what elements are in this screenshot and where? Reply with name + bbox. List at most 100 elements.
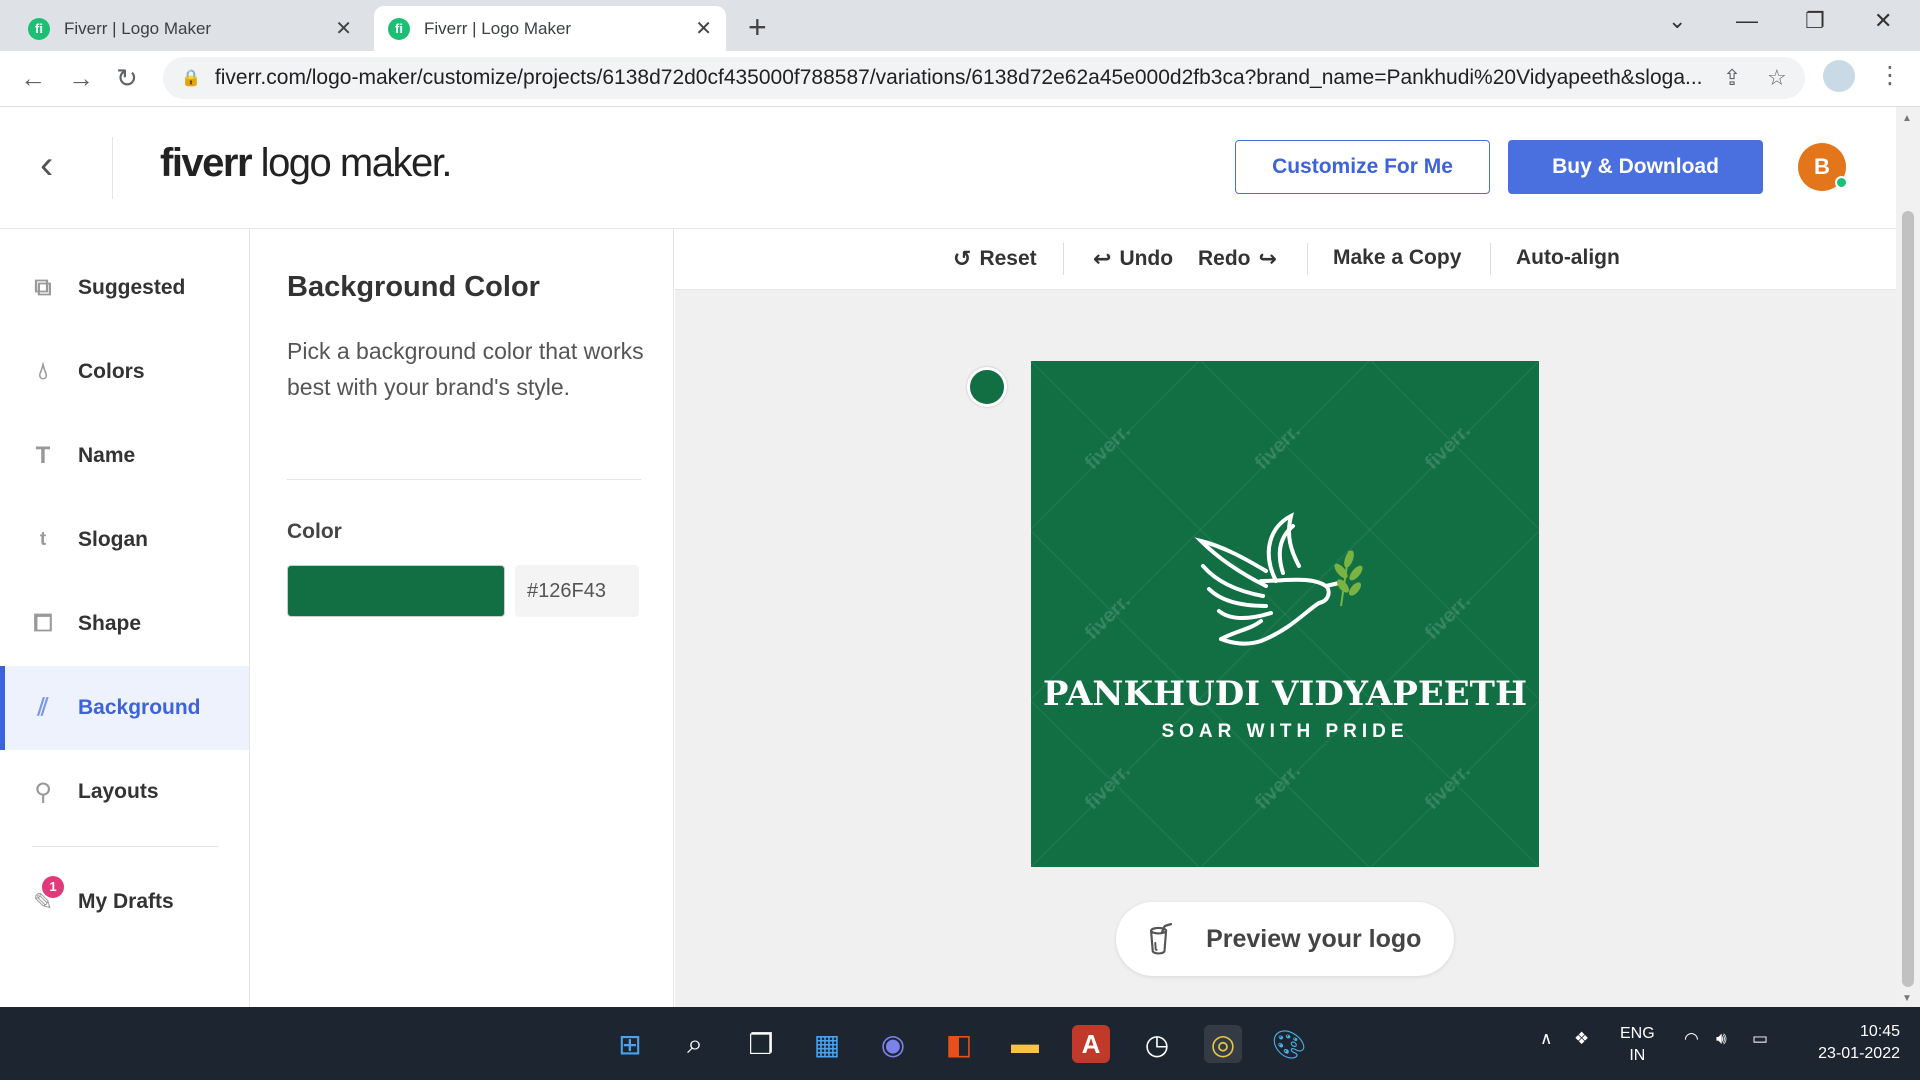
clock-date: 23-01-2022 <box>1818 1045 1900 1062</box>
acrobat-icon[interactable]: A <box>1072 1025 1110 1063</box>
clock-time: 10:45 <box>1859 1023 1900 1040</box>
bookmark-star-icon[interactable]: ☆ <box>1767 65 1787 91</box>
file-explorer-icon[interactable]: ▬ <box>1006 1025 1044 1063</box>
reset-label: Reset <box>979 247 1037 270</box>
system-clock[interactable]: 10:45 23-01-2022 <box>1790 1021 1900 1065</box>
redo-button[interactable]: Redo ↪ <box>1198 246 1285 272</box>
auto-align-label: Auto-align <box>1516 246 1620 269</box>
new-tab-icon[interactable]: + <box>748 9 767 46</box>
fiverr-favicon-icon: fi <box>28 17 50 40</box>
undo-label: Undo <box>1119 247 1174 270</box>
forward-arrow-icon[interactable]: → <box>68 63 94 94</box>
sidebar-item-my-drafts[interactable]: ✎ 1 My Drafts <box>0 860 249 944</box>
tab-search-icon[interactable]: ⌄ <box>1668 8 1686 34</box>
search-icon[interactable]: ⌕ <box>676 1025 714 1063</box>
logo-preview-card[interactable]: fiverr. fiverr. fiverr. fiverr. fiverr. … <box>1031 361 1539 867</box>
background-settings-panel: Background Color Pick a background color… <box>251 229 674 1007</box>
background-color-picker-dot[interactable] <box>967 367 1007 407</box>
address-bar-row: ← → ↻ 🔒 fiverr.com/logo-maker/customize/… <box>0 51 1920 107</box>
clock-app-icon[interactable]: ◷ <box>1138 1025 1176 1063</box>
slogan-icon: t <box>39 529 47 550</box>
sidebar-item-label: My Drafts <box>78 890 174 913</box>
sidebar-item-slogan[interactable]: t Slogan <box>0 498 249 582</box>
tray-overflow-icon[interactable]: ∧ <box>1540 1029 1552 1049</box>
drafts-count-badge: 1 <box>42 875 64 898</box>
buy-download-button[interactable]: Buy & Download <box>1508 140 1763 194</box>
drafts-edit-icon: ✎ 1 <box>30 875 64 917</box>
preview-logo-button[interactable]: 🥤︎ Preview your logo <box>1116 902 1454 976</box>
customize-for-me-button[interactable]: Customize For Me <box>1235 140 1490 194</box>
windows-start-icon[interactable]: ⊞ <box>611 1025 649 1063</box>
sidebar-item-shape[interactable]: ⧠ Shape <box>0 582 249 666</box>
browser-menu-icon[interactable]: ⋮ <box>1878 61 1902 90</box>
battery-icon[interactable]: ▭ <box>1752 1029 1768 1049</box>
dropbox-icon[interactable]: ❖ <box>1574 1029 1589 1049</box>
editor-toolbar: ↺ Reset ↩ Undo Redo ↪ Make a Copy Auto-alig… <box>675 229 1896 290</box>
close-tab-icon[interactable]: ✕ <box>695 16 712 41</box>
logo-slogan: SOAR WITH PRIDE <box>1161 721 1409 742</box>
color-hex-input[interactable]: #126F43 <box>515 565 639 617</box>
wifi-icon[interactable]: ◠ <box>1684 1029 1699 1049</box>
browser-tab-active[interactable]: fi Fiverr | Logo Maker ✕ <box>374 6 726 51</box>
color-swatch[interactable] <box>287 565 505 617</box>
minimize-icon[interactable]: — <box>1736 8 1758 34</box>
lang-bottom: IN <box>1629 1047 1646 1064</box>
back-chevron-icon[interactable]: ‹ <box>40 143 53 188</box>
droplet-icon: 💧︎ <box>38 358 48 385</box>
online-status-dot <box>1835 176 1848 189</box>
sidebar-item-suggested[interactable]: ⧉ Suggested <box>0 246 249 330</box>
scrollbar-thumb[interactable] <box>1902 211 1914 987</box>
browser-tab[interactable]: fi Fiverr | Logo Maker ✕ <box>14 6 366 51</box>
scroll-down-icon[interactable]: ▼ <box>1902 993 1912 1004</box>
editor-canvas: ↺ Reset ↩ Undo Redo ↪ Make a Copy Auto-alig… <box>675 229 1896 1007</box>
restore-icon[interactable]: ❐ <box>1805 8 1825 34</box>
office-icon[interactable]: ◧ <box>940 1025 978 1063</box>
sidebar-item-layouts[interactable]: ⚲ Layouts <box>0 750 249 834</box>
logo-brand-name: PANKHUDI VIDYAPEETH <box>1042 674 1528 714</box>
lang-top: ENG <box>1620 1025 1655 1042</box>
avatar-letter: B <box>1814 154 1830 179</box>
page-scrollbar[interactable]: ▲ ▼ <box>1896 107 1920 1007</box>
background-icon: ⫽ <box>37 694 49 721</box>
sidebar-divider <box>32 846 218 847</box>
preview-label: Preview your logo <box>1206 924 1422 953</box>
tab-title: Fiverr | Logo Maker <box>64 18 212 38</box>
toolbar-divider <box>1063 243 1064 275</box>
fiverr-logo-maker-logo[interactable]: fiverr logo maker. <box>160 141 452 186</box>
toolbar-divider <box>1307 243 1308 275</box>
task-view-icon[interactable]: ❐ <box>742 1025 780 1063</box>
logo-bold: fiverr <box>160 141 253 185</box>
omnibox[interactable]: 🔒 fiverr.com/logo-maker/customize/projec… <box>163 57 1805 99</box>
back-arrow-icon[interactable]: ← <box>20 63 46 94</box>
header-divider <box>112 137 113 199</box>
suggested-icon: ⧉ <box>34 274 52 301</box>
auto-align-button[interactable]: Auto-align <box>1516 246 1620 270</box>
scroll-up-icon[interactable]: ▲ <box>1902 113 1912 124</box>
sidebar-item-name[interactable]: T Name <box>0 414 249 498</box>
close-tab-icon[interactable]: ✕ <box>335 16 352 41</box>
fiverr-favicon-icon: fi <box>388 17 410 40</box>
undo-button[interactable]: ↩ Undo <box>1085 246 1173 272</box>
shape-icon: ⧠ <box>33 610 53 637</box>
sidebar-item-colors[interactable]: 💧︎ Colors <box>0 330 249 414</box>
reset-icon: ↺ <box>953 246 972 271</box>
layouts-icon: ⚲ <box>34 778 52 806</box>
reload-icon[interactable]: ↻ <box>116 63 138 94</box>
reset-button[interactable]: ↺ Reset <box>945 246 1037 272</box>
preview-cups-icon: 🥤︎ <box>1142 922 1181 956</box>
paint-icon[interactable]: 🎨︎ <box>1270 1025 1308 1063</box>
make-copy-button[interactable]: Make a Copy <box>1333 246 1461 270</box>
volume-icon[interactable]: 🔊︎ <box>1716 1029 1727 1049</box>
url-text: fiverr.com/logo-maker/customize/projects… <box>214 66 1703 89</box>
tab-title: Fiverr | Logo Maker <box>424 18 572 38</box>
sidebar-item-background[interactable]: ⫽ Background <box>0 666 249 750</box>
share-icon[interactable]: ⇪ <box>1723 65 1741 91</box>
teams-chat-icon[interactable]: ◉ <box>874 1025 912 1063</box>
profile-avatar-icon[interactable] <box>1823 60 1855 92</box>
user-avatar[interactable]: B <box>1798 143 1848 191</box>
close-window-icon[interactable]: ✕ <box>1874 8 1892 34</box>
widgets-icon[interactable]: ▦ <box>808 1025 846 1063</box>
chrome-icon[interactable]: ◎ <box>1204 1025 1242 1063</box>
language-indicator[interactable]: ENG IN <box>1620 1023 1655 1067</box>
sidebar-item-label: Slogan <box>78 528 149 551</box>
